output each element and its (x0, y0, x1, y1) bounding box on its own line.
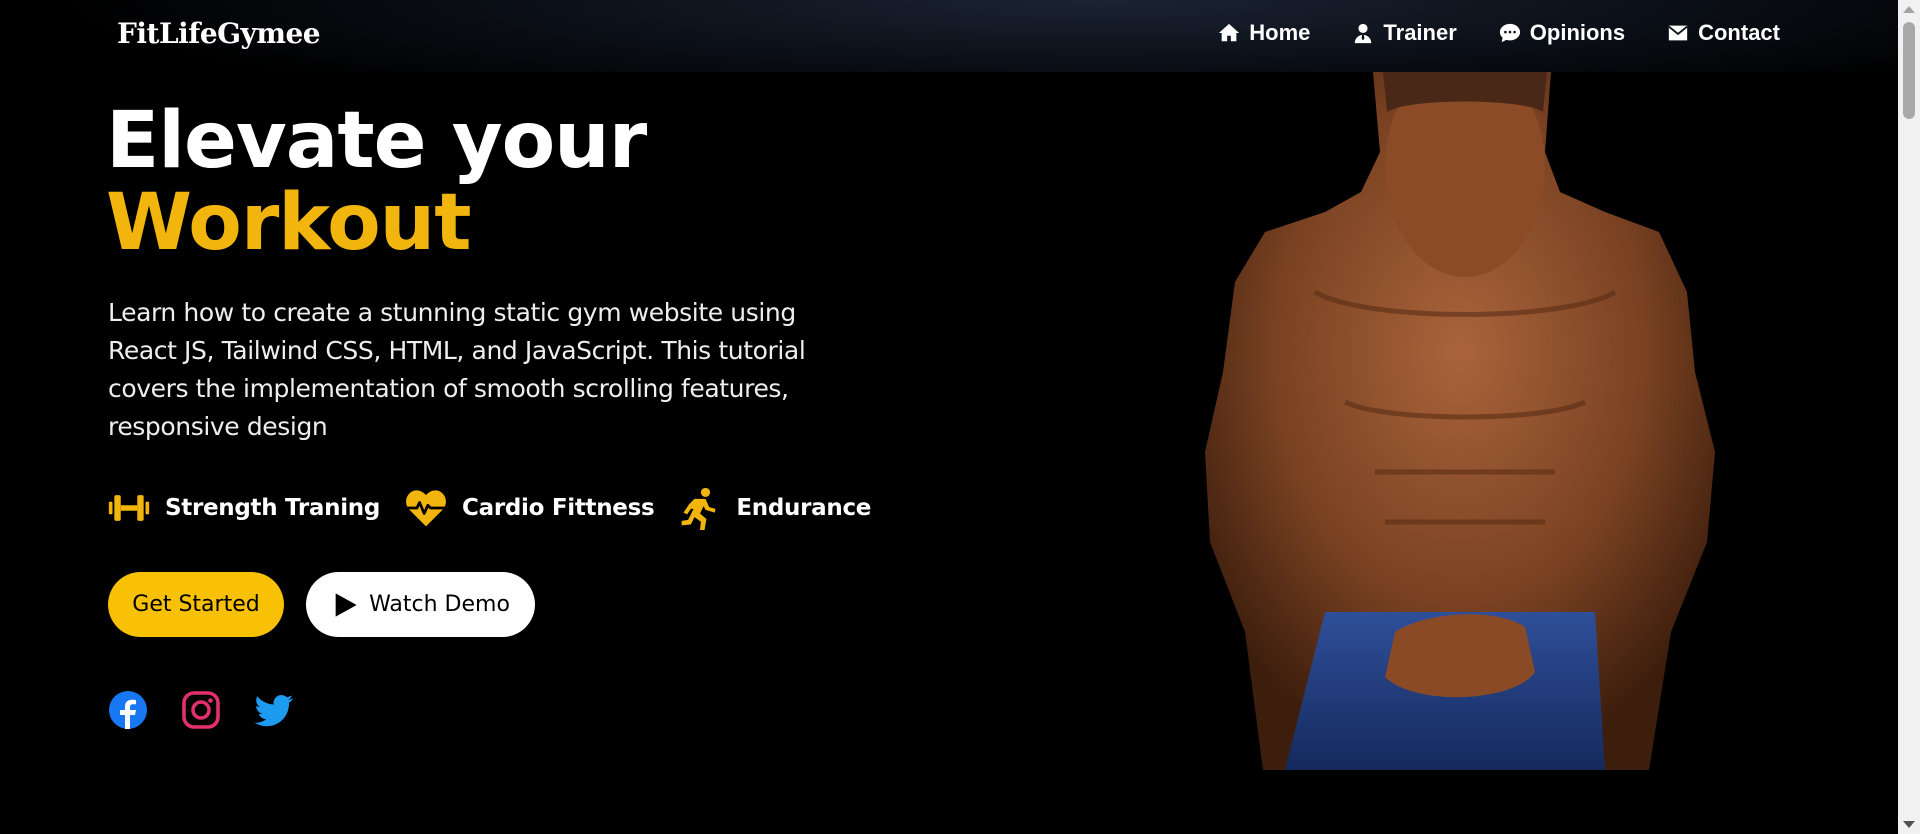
comment-icon (1499, 23, 1520, 43)
feature-cardio: Cardio Fittness (404, 486, 655, 530)
feature-strength: Strength Traning (107, 486, 380, 530)
bodybuilder-hero-image (1205, 72, 1715, 770)
feature-label: Strength Traning (165, 495, 381, 521)
nav-link-opinions[interactable]: Opinions (1499, 20, 1625, 46)
brand-logo[interactable]: FitLifeGymee (117, 17, 321, 50)
scroll-thumb[interactable] (1903, 22, 1915, 119)
facebook-icon[interactable] (108, 690, 148, 730)
scroll-down-arrow[interactable] (1903, 821, 1915, 828)
nav-link-label: Contact (1698, 20, 1780, 45)
hero-title: Elevate your Workout (106, 96, 647, 268)
hero-title-line1: Elevate your (106, 96, 647, 186)
home-icon (1219, 23, 1240, 42)
running-icon (682, 487, 716, 530)
watch-demo-label: Watch Demo (369, 592, 510, 617)
feature-label: Cardio Fittness (462, 495, 655, 521)
scroll-up-arrow[interactable] (1903, 6, 1915, 13)
twitter-icon[interactable] (254, 690, 294, 730)
nav-link-label: Home (1249, 20, 1311, 45)
instagram-icon[interactable] (181, 690, 221, 730)
feature-list: Strength Traning Cardio Fittness Enduran… (107, 486, 895, 530)
hero-title-highlight: Workout (106, 178, 472, 268)
nav-link-label: Opinions (1529, 20, 1626, 45)
page-scrollbar[interactable] (1898, 0, 1920, 834)
heartbeat-icon (406, 490, 446, 527)
hero-description: Learn how to create a stunning static gy… (108, 298, 806, 441)
envelope-icon (1668, 25, 1688, 41)
nav-menu: Home Trainer Opinions Contact (1176, 20, 1780, 46)
watch-demo-button[interactable]: Watch Demo (306, 572, 535, 637)
dumbbell-icon (108, 495, 150, 521)
user-icon (1355, 23, 1372, 44)
nav-link-label: Trainer (1383, 20, 1457, 45)
feature-label: Endurance (736, 495, 872, 521)
nav-link-home[interactable]: Home (1218, 20, 1310, 46)
play-icon (335, 592, 357, 617)
get-started-button[interactable]: Get Started (108, 572, 284, 637)
top-navbar: FitLifeGymee Home Trainer Opinions Conta… (0, 0, 1898, 72)
feature-endurance: Endurance (678, 486, 871, 530)
nav-link-trainer[interactable]: Trainer (1352, 20, 1457, 46)
social-links (108, 690, 294, 730)
nav-link-contact[interactable]: Contact (1667, 20, 1780, 46)
